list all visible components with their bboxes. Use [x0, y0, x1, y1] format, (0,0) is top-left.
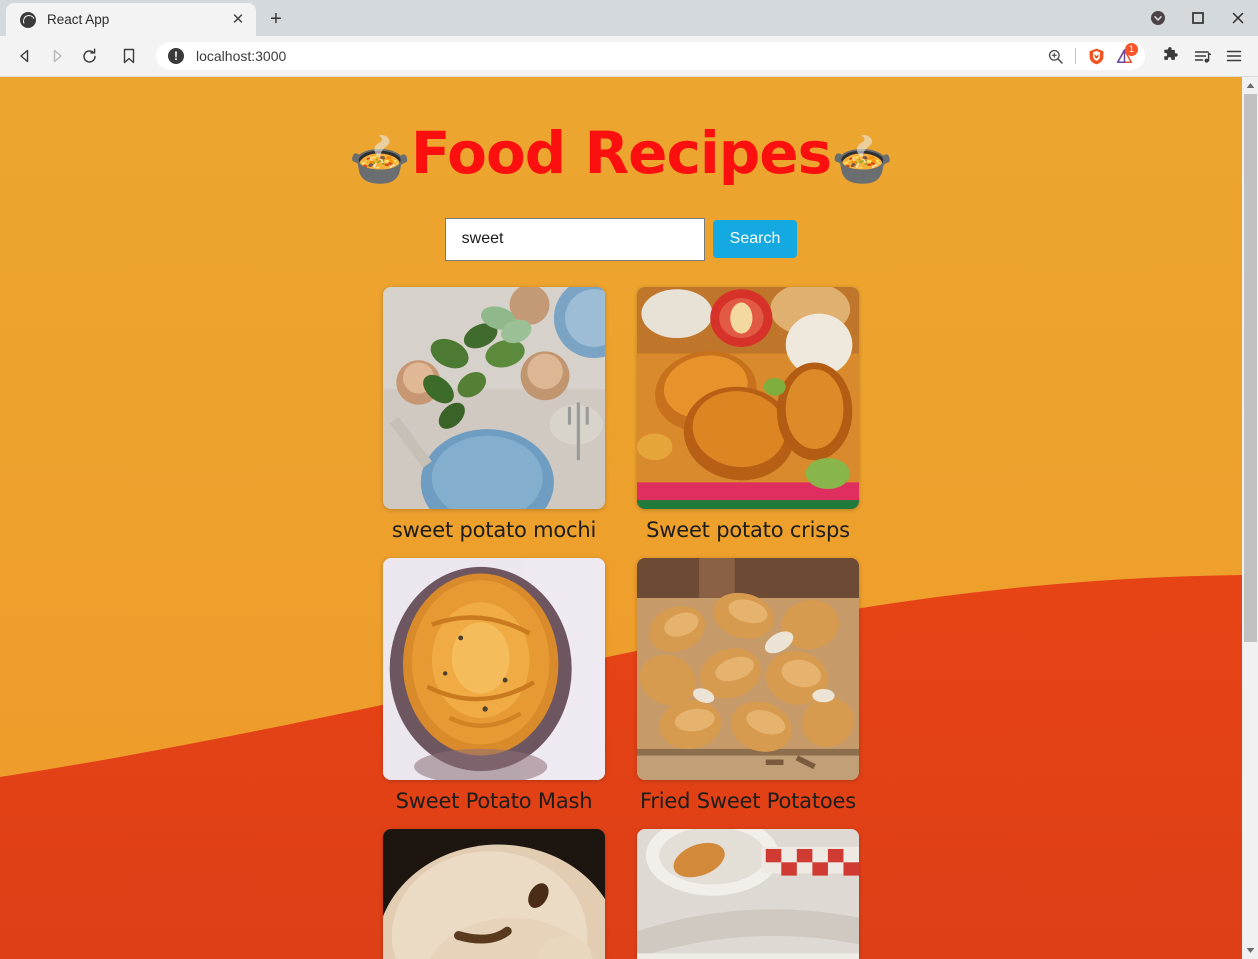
address-bar-actions: 1	[1042, 43, 1138, 69]
page-content: 🍲Food Recipes🍲 Search	[0, 77, 1242, 959]
web-page: 🍲Food Recipes🍲 Search	[0, 77, 1242, 959]
page-viewport: 🍲Food Recipes🍲 Search	[0, 77, 1258, 959]
minimize-icon[interactable]	[1138, 0, 1178, 36]
recipe-image[interactable]	[383, 557, 605, 780]
pot-of-food-icon-right: 🍲	[831, 131, 894, 189]
recipe-card[interactable]: sweet potato mochi	[383, 286, 605, 542]
recipe-title: sweet potato mochi	[391, 517, 597, 542]
toolbar-right-actions	[1155, 41, 1249, 71]
tab-strip: React App ✕ +	[0, 0, 1258, 36]
recipe-card[interactable]: Fried Sweet Potatoes	[637, 557, 859, 813]
search-row: Search	[0, 217, 1242, 261]
scrollbar-thumb[interactable]	[1244, 94, 1257, 642]
close-icon[interactable]: ✕	[228, 10, 248, 30]
window-close-icon[interactable]	[1218, 0, 1258, 36]
recipe-title: Sweet Potato Mash	[395, 788, 593, 813]
forward-arrow-icon	[41, 40, 73, 72]
url-text: localhost:3000	[196, 48, 287, 64]
recipe-title: Fried Sweet Potatoes	[639, 788, 856, 813]
browser-toolbar: ! localhost:3000 1	[0, 36, 1258, 77]
rewards-badge: 1	[1125, 43, 1138, 56]
scroll-up-arrow-icon[interactable]	[1242, 77, 1258, 94]
page-title-text: Food Recipes	[410, 119, 832, 187]
back-arrow-icon[interactable]	[9, 40, 41, 72]
bookmark-icon[interactable]	[113, 40, 145, 72]
search-button[interactable]: Search	[712, 220, 798, 258]
search-input[interactable]	[444, 217, 705, 261]
pot-of-food-icon-left: 🍲	[348, 131, 411, 189]
zoom-search-icon[interactable]	[1042, 43, 1068, 69]
brave-shields-lion-icon[interactable]	[1083, 43, 1109, 69]
divider	[1075, 48, 1076, 64]
recipe-card[interactable]: Sweet potato crisps	[637, 286, 859, 542]
address-bar[interactable]: ! localhost:3000 1	[156, 42, 1145, 70]
recipe-image[interactable]	[383, 828, 605, 959]
page-scrollbar[interactable]	[1242, 77, 1258, 959]
maximize-icon[interactable]	[1178, 0, 1218, 36]
browser-window: React App ✕ + ! localhost:3000 1 🍲Food R…	[0, 0, 1258, 959]
new-tab-button[interactable]: +	[262, 5, 290, 33]
hamburger-menu-icon[interactable]	[1219, 41, 1249, 71]
recipe-image[interactable]	[637, 286, 859, 509]
browser-tab[interactable]: React App ✕	[6, 3, 256, 36]
recipe-image[interactable]	[637, 557, 859, 780]
scroll-down-arrow-icon[interactable]	[1242, 942, 1258, 959]
recipe-title: Sweet potato crisps	[646, 517, 850, 542]
recipe-card[interactable]: Sweet Potato Mash	[383, 557, 605, 813]
recipe-card[interactable]	[637, 828, 859, 959]
react-globe-icon	[20, 11, 36, 28]
playlist-icon[interactable]	[1187, 41, 1217, 71]
reload-icon[interactable]	[73, 40, 105, 72]
page-title: 🍲Food Recipes🍲	[0, 77, 1242, 190]
puzzle-extensions-icon[interactable]	[1155, 41, 1185, 71]
not-secure-info-icon[interactable]: !	[168, 48, 184, 64]
tab-title: React App	[47, 12, 110, 27]
recipe-card[interactable]	[383, 828, 605, 959]
window-controls	[1138, 0, 1258, 36]
scrollbar-track[interactable]	[1242, 94, 1258, 942]
recipe-grid: sweet potato mochi Sweet potato crisps S…	[383, 286, 859, 959]
recipe-image[interactable]	[637, 828, 859, 959]
recipe-image[interactable]	[383, 286, 605, 509]
brave-rewards-triangle-icon[interactable]: 1	[1111, 43, 1138, 69]
